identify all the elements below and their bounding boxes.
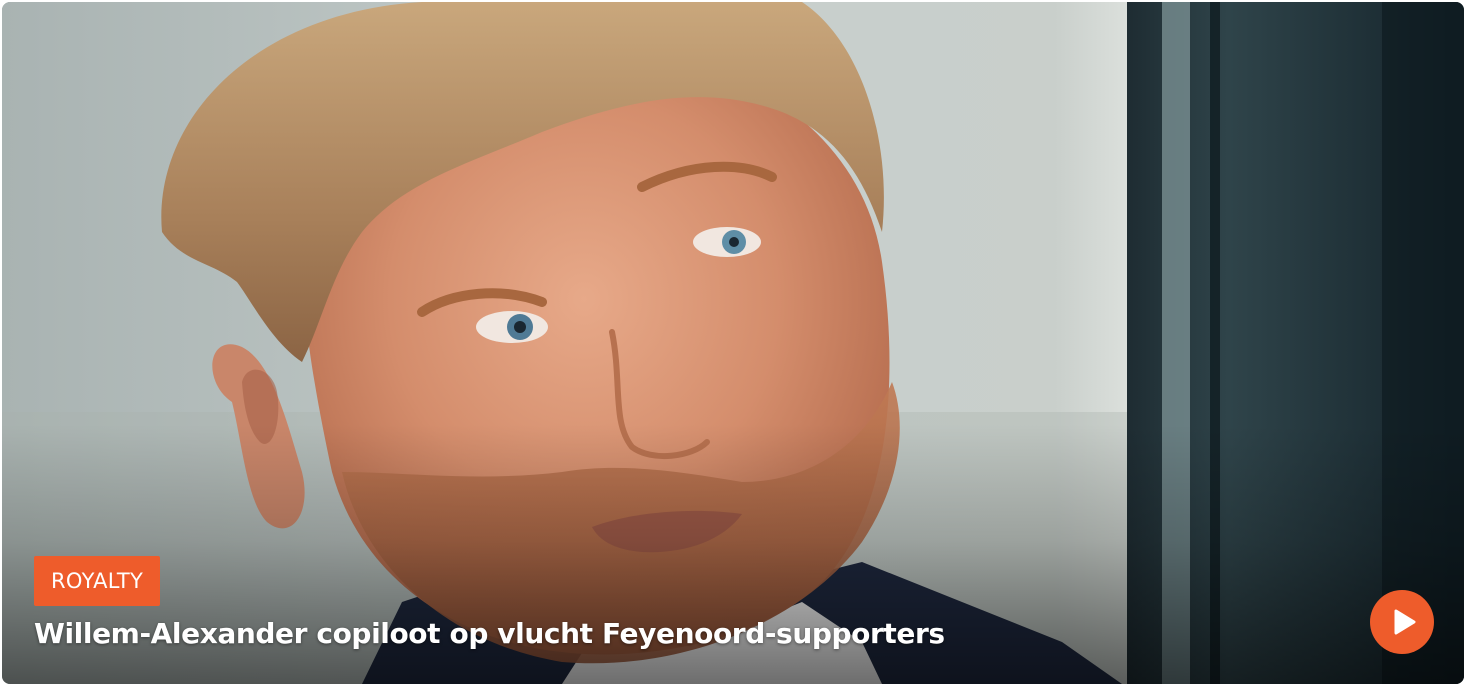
article-headline[interactable]: Willem-Alexander copiloot op vlucht Feye… (34, 613, 945, 655)
article-card[interactable]: ROYALTY Willem-Alexander copiloot op vlu… (2, 2, 1464, 684)
play-video-button[interactable] (1370, 590, 1434, 654)
category-tag[interactable]: ROYALTY (34, 556, 161, 606)
play-icon (1394, 609, 1415, 635)
